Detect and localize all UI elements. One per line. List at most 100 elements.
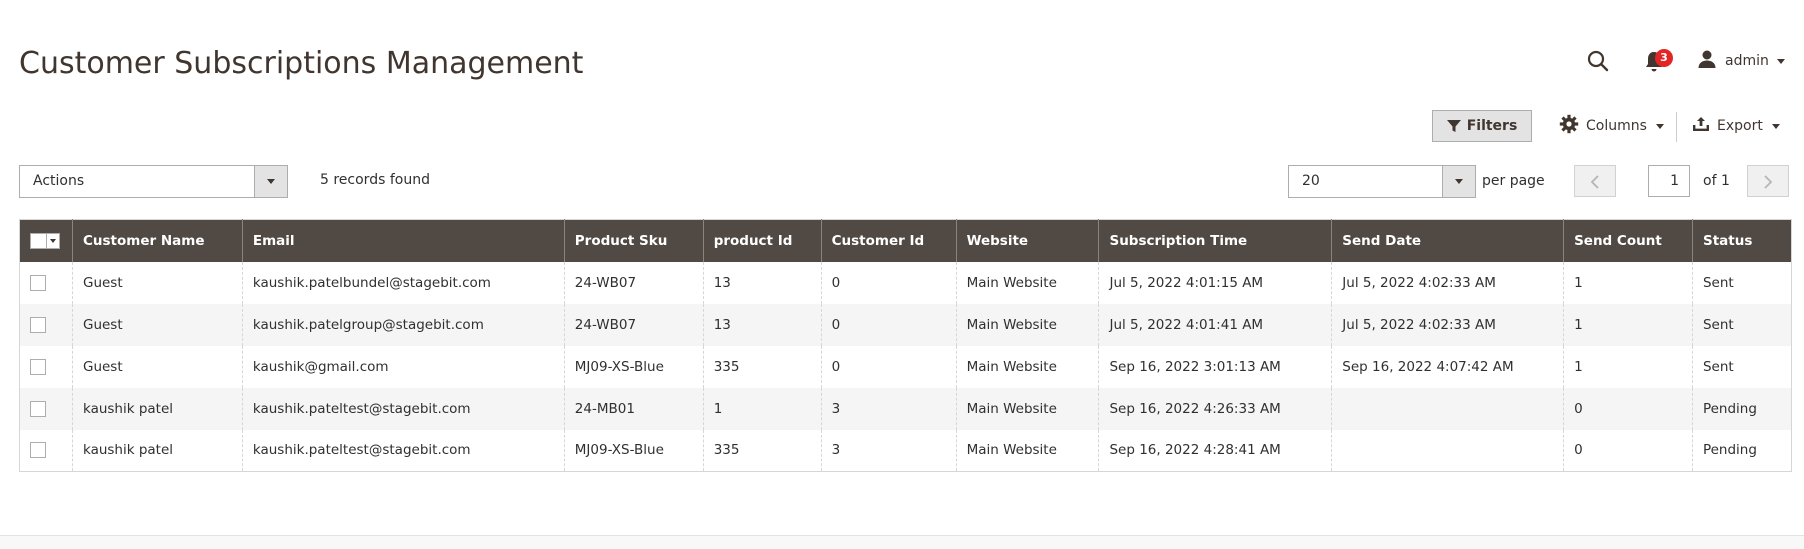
- row-select-cell[interactable]: [19, 387, 73, 430]
- table-cell: Sent: [1691, 261, 1792, 304]
- row-select-cell[interactable]: [19, 303, 73, 346]
- table-cell: 13: [702, 261, 822, 304]
- mass-actions-label: Actions: [33, 173, 85, 189]
- column-header[interactable]: Customer Name: [71, 219, 243, 262]
- previous-page-button[interactable]: [1574, 165, 1616, 197]
- table-cell: MJ09-XS-Blue: [563, 345, 704, 388]
- table-cell: 1: [1563, 345, 1693, 388]
- column-header[interactable]: Email: [241, 219, 565, 262]
- table-cell: [1331, 429, 1564, 472]
- row-select-cell[interactable]: [20, 430, 73, 472]
- table-cell: 13: [702, 303, 822, 346]
- mass-actions-select[interactable]: Actions: [19, 165, 288, 198]
- toolbar-divider: [1676, 112, 1677, 142]
- column-header[interactable]: Website: [955, 219, 1099, 262]
- mass-select-control[interactable]: [30, 232, 60, 249]
- table-cell: 24-WB07: [563, 261, 704, 304]
- table-cell: 335: [702, 429, 822, 472]
- records-found: 5 records found: [320, 172, 430, 188]
- notification-count-badge[interactable]: 3: [1655, 49, 1673, 67]
- table-cell: kaushik.pateltest@stagebit.com: [241, 387, 565, 430]
- export-button[interactable]: Export: [1692, 110, 1780, 142]
- table-cell: kaushik@gmail.com: [241, 345, 565, 388]
- table-cell: Sep 16, 2022 4:07:42 AM: [1331, 345, 1564, 388]
- columns-label: Columns: [1586, 118, 1647, 134]
- table-cell: Main Website: [955, 387, 1099, 430]
- next-page-button[interactable]: [1747, 165, 1789, 197]
- row-checkbox[interactable]: [30, 274, 46, 291]
- row-select-cell[interactable]: [20, 346, 73, 388]
- table-cell: Sep 16, 2022 4:26:33 AM: [1098, 387, 1332, 430]
- filters-button[interactable]: Filters: [1432, 110, 1532, 142]
- column-header[interactable]: Status: [1691, 219, 1792, 262]
- user-name: admin: [1725, 53, 1769, 69]
- table-cell: Sent: [1691, 345, 1792, 388]
- mass-select-header[interactable]: [19, 219, 73, 262]
- table-cell: 0: [820, 261, 957, 304]
- export-label: Export: [1717, 118, 1763, 134]
- table-cell: Jul 5, 2022 4:01:15 AM: [1098, 261, 1332, 304]
- table-header-row: Customer Name Email Product Sku product …: [19, 219, 1792, 262]
- per-page-label: per page: [1482, 173, 1545, 189]
- chevron-left-icon: [1590, 175, 1599, 189]
- gear-icon: [1559, 114, 1579, 138]
- chevron-down-icon[interactable]: [46, 232, 60, 249]
- table-cell: Main Website: [955, 429, 1099, 472]
- column-header[interactable]: Send Date: [1331, 219, 1564, 262]
- filters-label: Filters: [1466, 118, 1518, 134]
- chevron-down-icon: [1776, 58, 1785, 64]
- table-row[interactable]: kaushik patel kaushik.pateltest@stagebit…: [19, 387, 1792, 430]
- column-header[interactable]: Send Count: [1563, 219, 1693, 262]
- table-cell: 0: [1563, 429, 1693, 472]
- user-icon: [1697, 49, 1717, 73]
- table-cell: Pending: [1691, 429, 1792, 472]
- table-cell: kaushik.patelbundel@stagebit.com: [241, 261, 565, 304]
- columns-button[interactable]: Columns: [1559, 110, 1664, 142]
- table-row[interactable]: Guest kaushik@gmail.com MJ09-XS-Blue 335…: [20, 345, 1792, 388]
- per-page-select[interactable]: 20: [1288, 165, 1476, 198]
- table-cell: Guest: [71, 303, 243, 346]
- table-cell: 0: [820, 345, 957, 388]
- row-checkbox[interactable]: [30, 442, 46, 459]
- row-checkbox[interactable]: [30, 358, 46, 375]
- table-cell: Main Website: [955, 261, 1099, 304]
- table-cell: Main Website: [955, 303, 1099, 346]
- table-cell: Sent: [1691, 303, 1792, 346]
- funnel-icon: [1446, 120, 1461, 132]
- select-all-checkbox[interactable]: [30, 232, 47, 249]
- chevron-down-icon[interactable]: [1442, 166, 1475, 197]
- user-menu[interactable]: admin: [1697, 49, 1785, 73]
- row-select-cell[interactable]: [20, 262, 73, 304]
- chevron-down-icon[interactable]: [254, 166, 287, 197]
- table-row[interactable]: Guest kaushik.patelgroup@stagebit.com 24…: [19, 303, 1792, 346]
- subscriptions-table: Customer Name Email Product Sku product …: [19, 219, 1792, 472]
- table-row[interactable]: Guest kaushik.patelbundel@stagebit.com 2…: [20, 261, 1792, 304]
- column-header[interactable]: Customer Id: [820, 219, 957, 262]
- column-header[interactable]: Subscription Time: [1098, 219, 1332, 262]
- page-footer: [0, 535, 1804, 549]
- current-page-input[interactable]: [1648, 165, 1690, 197]
- table-cell: 3: [820, 429, 957, 472]
- chevron-down-icon: [1655, 123, 1664, 129]
- column-header[interactable]: Product Sku: [563, 219, 704, 262]
- table-cell: 0: [820, 303, 957, 346]
- table-row[interactable]: kaushik patel kaushik.pateltest@stagebit…: [20, 429, 1792, 472]
- page-count: of 1: [1703, 173, 1730, 189]
- row-checkbox[interactable]: [30, 316, 46, 333]
- export-icon: [1692, 116, 1710, 136]
- table-cell: 335: [702, 345, 822, 388]
- table-cell: kaushik.pateltest@stagebit.com: [241, 429, 565, 472]
- table-cell: Jul 5, 2022 4:02:33 AM: [1331, 261, 1564, 304]
- row-checkbox[interactable]: [30, 400, 46, 417]
- table-cell: Jul 5, 2022 4:02:33 AM: [1331, 303, 1564, 346]
- table-cell: 1: [1563, 303, 1693, 346]
- table-cell: 0: [1563, 387, 1693, 430]
- search-icon[interactable]: [1586, 49, 1610, 73]
- table-cell: kaushik patel: [71, 429, 243, 472]
- per-page-value: 20: [1302, 173, 1320, 189]
- table-cell: Guest: [71, 261, 243, 304]
- table-cell: [1331, 387, 1564, 430]
- table-cell: Sep 16, 2022 3:01:13 AM: [1098, 345, 1332, 388]
- page-title: Customer Subscriptions Management: [19, 46, 584, 81]
- column-header[interactable]: product Id: [702, 219, 822, 262]
